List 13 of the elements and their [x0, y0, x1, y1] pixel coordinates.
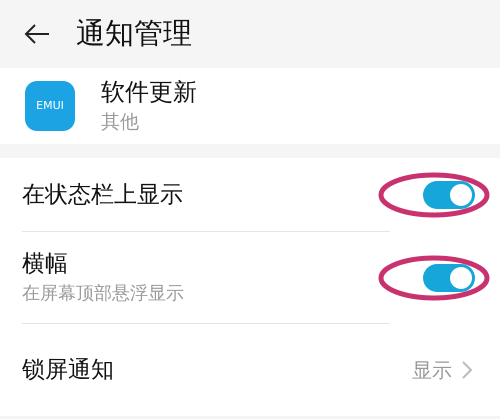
app-icon: EMUI [25, 81, 75, 131]
setting-title: 在状态栏上显示 [22, 180, 183, 210]
setting-value: 显示 [412, 357, 452, 384]
chevron-right-icon [462, 361, 472, 379]
page-title: 通知管理 [76, 15, 192, 52]
back-arrow-icon[interactable] [24, 23, 50, 45]
setting-subtitle: 在屏幕顶部悬浮显示 [22, 282, 184, 306]
setting-title: 锁屏通知 [22, 356, 114, 385]
toggle-switch[interactable] [423, 264, 475, 292]
app-name: 软件更新 [101, 77, 197, 108]
toggle-switch[interactable] [423, 180, 475, 208]
setting-title: 横幅 [22, 250, 69, 278]
app-category: 其他 [101, 110, 140, 135]
